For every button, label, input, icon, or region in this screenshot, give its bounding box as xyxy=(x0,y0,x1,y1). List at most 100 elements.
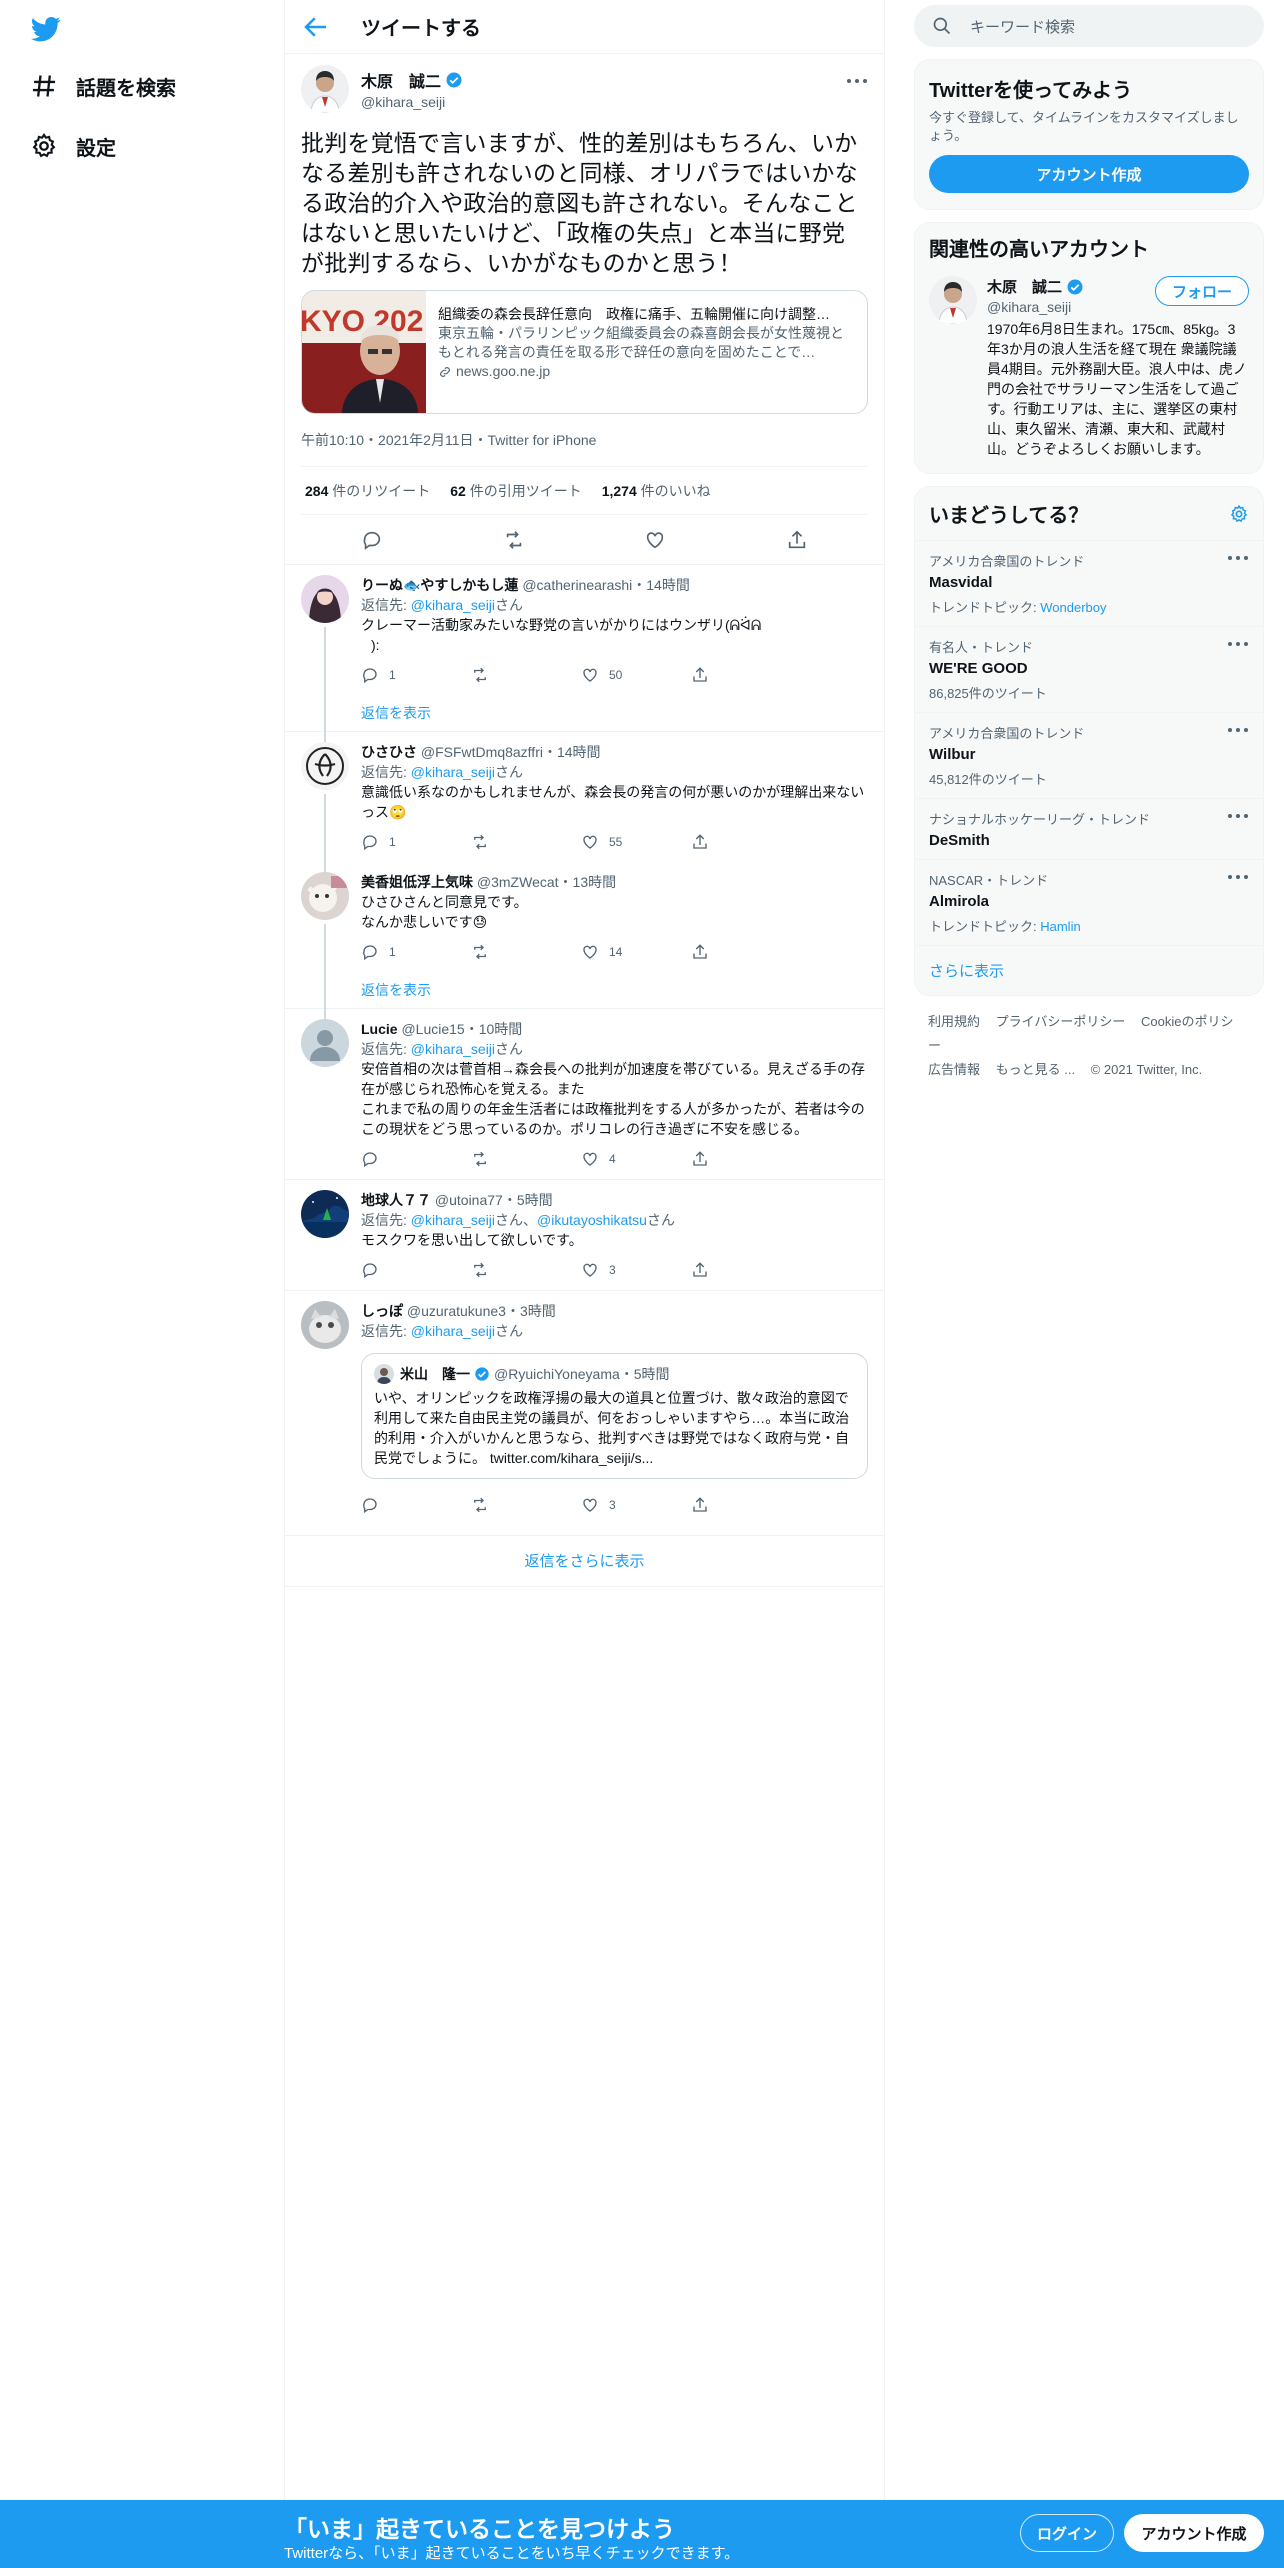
privacy-link[interactable]: プライバシーポリシー xyxy=(996,1014,1126,1029)
nav-explore[interactable]: 話題を検索 xyxy=(30,66,176,106)
like-icon[interactable] xyxy=(644,529,666,551)
show-more-trends-link[interactable]: さらに表示 xyxy=(915,945,1263,995)
reply-avatar[interactable] xyxy=(301,1301,349,1349)
more-options-icon[interactable] xyxy=(1227,555,1249,561)
reply-author-name[interactable]: 地球人７７ xyxy=(361,1192,431,1208)
like-button[interactable]: 55 xyxy=(581,833,691,851)
reply-tweet[interactable]: ひさひさ @FSFwtDmq8azffri・14時間 返信先: @kihara_… xyxy=(285,732,884,874)
retweet-count[interactable]: 284 件のリツイート xyxy=(305,481,430,501)
share-button[interactable] xyxy=(691,666,801,684)
like-button[interactable]: 14 xyxy=(581,943,691,961)
reply-to-link[interactable]: @kihara_seiji xyxy=(411,597,495,613)
link-card[interactable]: KYO 202 組織委の森会長辞任意向 政権に痛手、五輪開催に向け調整… 東京五… xyxy=(301,290,868,414)
trend-item[interactable]: NASCAR・トレンド Almirola トレンドトピック: Hamlin xyxy=(915,859,1263,945)
like-button[interactable]: 50 xyxy=(581,666,691,684)
like-button[interactable]: 3 xyxy=(581,1496,691,1514)
retweet-button[interactable] xyxy=(471,1496,581,1514)
author-name[interactable]: 木原 誠二 xyxy=(361,68,441,92)
reply-tweet[interactable]: Lucie @Lucie15・10時間 返信先: @kihara_seijiさん… xyxy=(285,1009,884,1180)
reply-author-handle[interactable]: @catherinearashi xyxy=(522,577,632,593)
reply-tweet[interactable]: 美香姐低浮上気味 @3mZWecat・13時間 ひさひさんと同意見です。 なんか… xyxy=(285,862,884,1024)
reply-author-name[interactable]: りーぬ🐟やすしかもし蓮 xyxy=(361,577,518,593)
quote-count[interactable]: 62 件の引用ツイート xyxy=(450,481,581,501)
twitter-logo-icon[interactable] xyxy=(28,14,64,44)
nav-settings[interactable]: 設定 xyxy=(30,126,116,166)
more-options-icon[interactable] xyxy=(1227,813,1249,819)
reply-button[interactable]: 1 xyxy=(361,666,471,684)
more-options-icon[interactable] xyxy=(1227,727,1249,733)
share-button[interactable] xyxy=(691,1261,801,1279)
related-name[interactable]: 木原 誠二 xyxy=(987,276,1062,297)
back-arrow-icon[interactable] xyxy=(301,12,331,42)
retweet-button[interactable] xyxy=(471,833,581,851)
reply-author-handle[interactable]: @3mZWecat xyxy=(477,874,559,890)
ads-link[interactable]: 広告情報 xyxy=(928,1062,980,1077)
reply-icon[interactable] xyxy=(361,529,383,551)
reply-button[interactable]: 1 xyxy=(361,943,471,961)
reply-author-name[interactable]: しっぽ xyxy=(361,1303,403,1319)
reply-author-handle[interactable]: @FSFwtDmq8azffri xyxy=(421,744,543,760)
reply-author-handle[interactable]: @Lucie15 xyxy=(401,1021,464,1037)
show-replies-link[interactable]: 返信を表示 xyxy=(361,972,868,1008)
reply-button[interactable] xyxy=(361,1496,471,1514)
signup-button[interactable]: アカウント作成 xyxy=(1124,2514,1264,2552)
reply-author-name[interactable]: ひさひさ xyxy=(361,744,417,760)
reply-author-handle[interactable]: @uzuratukune3 xyxy=(407,1303,506,1319)
share-button[interactable] xyxy=(691,1150,801,1168)
reply-tweet[interactable]: 地球人７７ @utoina77・5時間 返信先: @kihara_seijiさん… xyxy=(285,1180,884,1291)
author-avatar[interactable] xyxy=(301,65,349,113)
reply-time[interactable]: ・3時間 xyxy=(506,1303,556,1319)
reply-time[interactable]: ・14時間 xyxy=(543,744,601,760)
more-options-icon[interactable] xyxy=(1227,874,1249,880)
search-input[interactable]: キーワード検索 xyxy=(914,5,1264,47)
create-account-button[interactable]: アカウント作成 xyxy=(929,155,1249,193)
trend-item[interactable]: アメリカ合衆国のトレンド Wilbur 45,812件のツイート xyxy=(915,712,1263,798)
reply-time[interactable]: ・14時間 xyxy=(632,577,690,593)
gear-icon[interactable] xyxy=(1229,504,1249,524)
show-more-replies-button[interactable]: 返信をさらに表示 xyxy=(285,1535,884,1587)
retweet-button[interactable] xyxy=(471,1261,581,1279)
follow-button[interactable]: フォロー xyxy=(1155,276,1249,306)
tweet-timestamp[interactable]: 午前10:10・2021年2月11日・Twitter for iPhone xyxy=(301,430,868,467)
reply-author-name[interactable]: Lucie xyxy=(361,1021,398,1037)
reply-button[interactable] xyxy=(361,1261,471,1279)
like-button[interactable]: 3 xyxy=(581,1261,691,1279)
reply-avatar[interactable] xyxy=(301,575,349,623)
reply-button[interactable] xyxy=(361,1150,471,1168)
more-link[interactable]: もっと見る ... xyxy=(996,1062,1075,1077)
reply-to-link[interactable]: @kihara_seiji xyxy=(411,1212,495,1228)
reply-time[interactable]: ・13時間 xyxy=(559,874,617,890)
share-icon[interactable] xyxy=(786,529,808,551)
trend-item[interactable]: アメリカ合衆国のトレンド Masvidal トレンドトピック: Wonderbo… xyxy=(915,540,1263,626)
reply-author-name[interactable]: 美香姐低浮上気味 xyxy=(361,874,473,890)
reply-avatar[interactable] xyxy=(301,1019,349,1067)
reply-avatar[interactable] xyxy=(301,742,349,790)
retweet-button[interactable] xyxy=(471,943,581,961)
login-button[interactable]: ログイン xyxy=(1020,2514,1114,2552)
reply-time[interactable]: ・5時間 xyxy=(503,1192,553,1208)
retweet-button[interactable] xyxy=(471,1150,581,1168)
like-button[interactable]: 4 xyxy=(581,1150,691,1168)
reply-author-handle[interactable]: @utoina77 xyxy=(435,1192,503,1208)
reply-to-link[interactable]: @kihara_seiji xyxy=(411,764,495,780)
related-account[interactable]: 木原 誠二 @kihara_seiji 1970年6月8日生まれ。175㎝、85… xyxy=(929,276,1249,459)
reply-tweet[interactable]: しっぽ @uzuratukune3・3時間 返信先: @kihara_seiji… xyxy=(285,1291,884,1525)
reply-to-link[interactable]: @kihara_seiji xyxy=(411,1323,495,1339)
author-handle[interactable]: @kihara_seiji xyxy=(361,94,463,110)
quoted-tweet[interactable]: 米山 隆一 @RyuichiYoneyama ・5時間 いや、オリンピックを政権浮… xyxy=(361,1353,868,1479)
retweet-icon[interactable] xyxy=(503,529,525,551)
share-button[interactable] xyxy=(691,833,801,851)
retweet-button[interactable] xyxy=(471,666,581,684)
more-options-icon[interactable] xyxy=(846,78,868,84)
reply-button[interactable]: 1 xyxy=(361,833,471,851)
like-count[interactable]: 1,274 件のいいね xyxy=(602,481,711,501)
trend-topic-link[interactable]: Hamlin xyxy=(1040,919,1080,934)
show-replies-link[interactable]: 返信を表示 xyxy=(361,695,868,731)
reply-to-link[interactable]: @kihara_seiji xyxy=(411,1041,495,1057)
terms-link[interactable]: 利用規約 xyxy=(928,1014,980,1029)
more-options-icon[interactable] xyxy=(1227,641,1249,647)
related-avatar[interactable] xyxy=(929,276,977,324)
reply-to-link[interactable]: @ikutayoshikatsu xyxy=(537,1212,647,1228)
reply-time[interactable]: ・10時間 xyxy=(465,1021,523,1037)
share-button[interactable] xyxy=(691,943,801,961)
